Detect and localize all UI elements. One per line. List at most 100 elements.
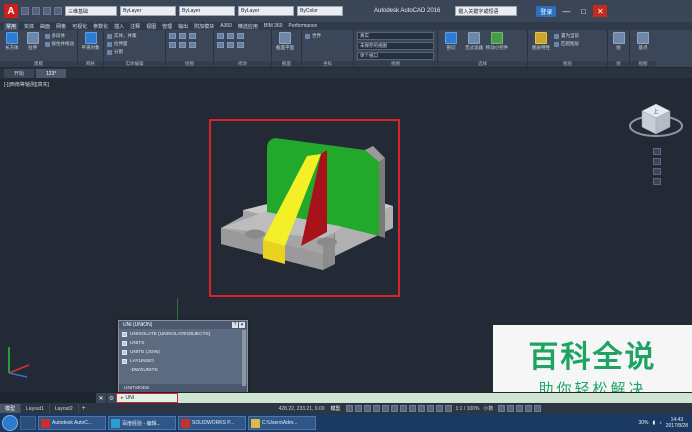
taskbar-task[interactable]: Autodesk AutoC... — [38, 416, 106, 430]
autocomplete-item[interactable]: UNISOLATE (UNISOLATEOBJECTS) — [119, 330, 247, 339]
zoom-icon[interactable] — [653, 158, 661, 165]
polyline-icon[interactable] — [179, 33, 186, 39]
volume-icon[interactable]: ♪ — [659, 420, 662, 426]
ribbon-tab-addins[interactable]: 附加模块 — [194, 23, 214, 30]
clean-screen-icon[interactable] — [525, 405, 533, 412]
explorer-pin-icon[interactable] — [20, 416, 36, 430]
file-tab-drawing[interactable]: 123* — [36, 69, 67, 78]
ribbon-tab-output[interactable]: 输出 — [178, 23, 188, 30]
ribbon-tab-annotate[interactable]: 注释 — [130, 23, 140, 30]
layer-combo[interactable]: ByLayer — [120, 6, 176, 16]
ribbon-tab-surface[interactable]: 曲面 — [40, 23, 50, 30]
add-layout-button[interactable]: + — [79, 405, 89, 412]
extrude-face-item[interactable]: 拉伸面 — [107, 41, 137, 47]
minimize-button[interactable]: — — [559, 5, 573, 17]
orbit-icon[interactable] — [653, 168, 661, 175]
3d-osnap-icon[interactable] — [390, 405, 398, 412]
ribbon-tab-home[interactable]: 常用 — [4, 22, 19, 30]
viewport-controls-label[interactable]: [-][西南等轴测][真实] — [4, 81, 49, 88]
autocomplete-item[interactable]: -DWGUNITS — [119, 366, 247, 375]
polysolid-item[interactable]: 多段体 — [45, 33, 75, 39]
taskbar-task[interactable]: C:\Users\Adm... — [248, 416, 316, 430]
panel-title-view-base[interactable]: 视图 — [630, 61, 656, 67]
line-icon[interactable] — [169, 33, 176, 39]
pan-icon[interactable] — [653, 148, 661, 155]
ribbon-tab-solid[interactable]: 实体 — [24, 23, 34, 30]
panel-title-view[interactable]: 视图 — [354, 61, 437, 67]
undo-icon[interactable] — [54, 7, 62, 15]
ribbon-tab-insert[interactable]: 插入 — [114, 23, 124, 30]
autocomplete-header[interactable]: UNI (UNION) ? ▾ — [119, 321, 247, 329]
help-icon[interactable]: ? — [232, 322, 238, 328]
command-input[interactable]: ▸ UNI — [116, 393, 178, 403]
layout-tab-model[interactable]: 模型 — [0, 404, 22, 413]
ribbon-tab-performance[interactable]: Performance — [289, 23, 318, 29]
mirror-icon[interactable] — [217, 42, 224, 48]
autocad-logo-icon[interactable]: A — [4, 4, 18, 18]
autocomplete-system-variable[interactable]: UNITMODE — [119, 384, 247, 392]
ribbon-tab-bim360[interactable]: BIM 360 — [264, 23, 283, 29]
osnap-icon[interactable] — [381, 405, 389, 412]
viewport-config-combo[interactable]: 单个视口 — [357, 52, 434, 60]
panel-title-selection[interactable]: 选择 — [438, 61, 527, 67]
dropdown-icon[interactable]: ▾ — [239, 322, 245, 328]
ribbon-tab-visualize[interactable]: 可视化 — [72, 23, 87, 30]
panel-title-layers[interactable]: 图层 — [528, 61, 607, 67]
panel-title-modeling[interactable]: 建模 — [0, 61, 77, 67]
new-file-icon[interactable] — [21, 7, 29, 15]
gear-icon[interactable]: ⚙ — [106, 393, 116, 403]
ribbon-tab-parametric[interactable]: 参数化 — [93, 23, 108, 30]
battery-readout[interactable]: 30% — [638, 420, 648, 426]
selection-cycling-icon[interactable] — [435, 405, 443, 412]
transparency-icon[interactable] — [426, 405, 434, 412]
drawing-viewport[interactable]: [-][西南等轴测][真实] 上 UNI (UNION) ? ▾ UNISOLA… — [0, 78, 692, 392]
otrack-icon[interactable] — [399, 405, 407, 412]
grid-icon[interactable] — [345, 405, 353, 412]
separate-item[interactable]: 分割 — [107, 49, 137, 55]
rectangle-icon[interactable] — [179, 42, 186, 48]
ribbon-tab-view[interactable]: 视图 — [146, 23, 156, 30]
search-input[interactable]: 键入关键字或短语 — [455, 6, 518, 16]
rotate-icon[interactable] — [227, 33, 234, 39]
ribbon-tab-featured-apps[interactable]: 精选应用 — [238, 23, 258, 30]
login-button[interactable]: 登录 — [536, 5, 557, 17]
copy-icon[interactable] — [237, 33, 244, 39]
showmotion-icon[interactable] — [653, 178, 661, 185]
coordinate-readout[interactable]: 428.22, 233.21, 0.00 — [279, 406, 325, 412]
panel-title-groups[interactable]: 组 — [608, 61, 629, 67]
panel-title-mesh[interactable]: 网格 — [78, 61, 103, 67]
circle-icon[interactable] — [189, 33, 196, 39]
autocomplete-item[interactable]: UNITS — [119, 339, 247, 348]
viewcube-icon[interactable]: 上 — [628, 96, 684, 154]
make-current-item[interactable]: 置为当前 — [554, 33, 579, 39]
linetype-combo[interactable]: ByLayer — [179, 6, 235, 16]
model-space-toggle[interactable]: 模型 — [330, 405, 340, 412]
lineweight-combo[interactable]: ByLayer — [238, 6, 294, 16]
layout-tab-layout1[interactable]: Layout1 — [21, 404, 50, 413]
close-icon[interactable]: ✕ — [96, 393, 106, 403]
lineweight-icon[interactable] — [417, 405, 425, 412]
taskbar-task[interactable]: 百度经验 - 编辑... — [108, 416, 176, 430]
gizmo-icon[interactable] — [444, 405, 452, 412]
polar-icon[interactable] — [372, 405, 380, 412]
dynamic-ucs-icon[interactable] — [408, 405, 416, 412]
taskbar-task[interactable]: SOLIDWORKS P... — [178, 416, 246, 430]
isolate-icon[interactable] — [507, 405, 515, 412]
erase-icon[interactable] — [237, 42, 244, 48]
file-tab-start[interactable]: 开始 — [4, 69, 35, 78]
panel-title-solid-editing[interactable]: 实体编辑 — [104, 61, 165, 67]
customize-icon[interactable] — [534, 405, 542, 412]
autocomplete-item[interactable]: UNITE (JOIN) — [119, 348, 247, 357]
presspull-item[interactable]: 按住并拖动 — [45, 41, 75, 47]
units-readout[interactable]: 小数 — [483, 405, 493, 412]
panel-title-section[interactable]: 截面 — [272, 61, 301, 67]
ribbon-tab-a360[interactable]: A360 — [220, 23, 232, 29]
fillet-icon[interactable] — [227, 42, 234, 48]
ribbon-tab-manage[interactable]: 管理 — [162, 23, 172, 30]
match-layer-item[interactable]: 匹配图层 — [554, 41, 579, 47]
clock[interactable]: 14:43 2017/8/28 — [666, 417, 688, 429]
autocomplete-item[interactable]: LAYUNISO — [119, 357, 247, 366]
arc-icon[interactable] — [169, 42, 176, 48]
autocomplete-scrollbar[interactable] — [242, 330, 246, 386]
named-view-combo[interactable]: 未保存的视图 — [357, 42, 434, 50]
